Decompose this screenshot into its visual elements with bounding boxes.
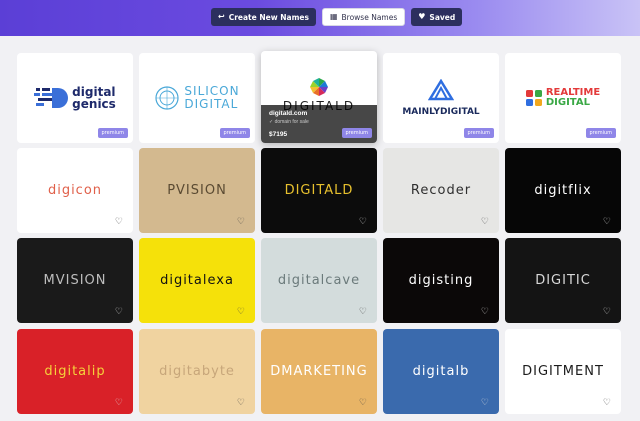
digitalb-wordmark: digitalb <box>412 364 470 379</box>
saved-button[interactable]: ♥ Saved <box>411 8 463 26</box>
digitald-wordmark: DIGITALD <box>284 183 354 198</box>
premium-badge: premium <box>585 128 616 138</box>
favorite-heart-icon[interactable]: ♡ <box>481 307 489 316</box>
create-new-names-button[interactable]: ↩ Create New Names <box>211 8 316 26</box>
premium-badge: premium <box>97 128 128 138</box>
card-digitald-hover[interactable]: DIGITALD digitald.com ✓ domain for sale … <box>261 51 377 143</box>
digitalexa-wordmark: digitalexa <box>160 273 234 288</box>
card-dmarketing[interactable]: DMARKETING ♡ <box>261 329 377 414</box>
card-digitalgenics[interactable]: digital genics premium <box>17 53 133 143</box>
card-digitalb[interactable]: digitalb ♡ <box>383 329 499 414</box>
favorite-heart-icon[interactable]: ♡ <box>359 307 367 316</box>
card-digitalip[interactable]: digitalip ♡ <box>17 329 133 414</box>
digicon-wordmark: digicon <box>47 183 103 198</box>
favorite-heart-icon[interactable]: ♡ <box>603 217 611 226</box>
main-nav: ↩ Create New Names ▦ Browse Names ♥ Save… <box>211 8 463 26</box>
recoder-wordmark: Recoder <box>410 183 472 198</box>
favorite-heart-icon[interactable]: ♡ <box>237 307 245 316</box>
realtime-line2: DIGITAL <box>545 97 590 108</box>
card-digitalcave[interactable]: digitalcave ♡ <box>261 238 377 323</box>
favorite-heart-icon[interactable]: ♡ <box>603 398 611 407</box>
card-digitment[interactable]: DIGITMENT ♡ <box>505 329 621 414</box>
card-pvision[interactable]: PVISION ♡ <box>139 148 255 233</box>
mvision-wordmark: MVISION <box>43 273 107 288</box>
top-header: ↩ Create New Names ▦ Browse Names ♥ Save… <box>0 0 640 36</box>
card-mainlydigital[interactable]: MAINLYDIGITAL premium <box>383 53 499 143</box>
premium-badge: premium <box>463 128 494 138</box>
create-new-names-label: Create New Names <box>228 12 309 22</box>
favorite-heart-icon[interactable]: ♡ <box>237 398 245 407</box>
aperture-icon <box>310 78 328 96</box>
return-arrow-icon: ↩ <box>218 12 225 21</box>
favorite-heart-icon[interactable]: ♡ <box>115 307 123 316</box>
favorite-heart-icon[interactable]: ♡ <box>603 307 611 316</box>
dmarketing-wordmark: DMARKETING <box>270 364 368 379</box>
card-recoder[interactable]: Recoder ♡ <box>383 148 499 233</box>
card-digitabyte[interactable]: digitabyte ♡ <box>139 329 255 414</box>
favorite-heart-icon[interactable]: ♡ <box>481 398 489 407</box>
favorite-heart-icon[interactable]: ♡ <box>359 217 367 226</box>
browse-names-label: Browse Names <box>341 12 398 22</box>
grid-row-premium: digital genics premium SILICON DIGITAL p… <box>17 51 621 143</box>
card-digitalexa[interactable]: digitalexa ♡ <box>139 238 255 323</box>
favorite-heart-icon[interactable]: ♡ <box>237 217 245 226</box>
card-info-overlay: digitald.com ✓ domain for sale $7195 pre… <box>261 105 377 143</box>
realtime-grid-icon <box>525 90 542 106</box>
digitic-wordmark: DIGITIC <box>535 273 591 288</box>
card-mvision[interactable]: MVISION ♡ <box>17 238 133 323</box>
favorite-heart-icon[interactable]: ♡ <box>115 217 123 226</box>
card-digicon[interactable]: digicon ♡ <box>17 148 133 233</box>
pvision-wordmark: PVISION <box>167 183 227 198</box>
card-realtimedigital[interactable]: REALTIME DIGITAL premium <box>505 53 621 143</box>
saved-label: Saved <box>429 12 456 22</box>
grid-icon: ▦ <box>329 12 338 21</box>
domain-name: digitald.com <box>269 110 308 117</box>
digitalgenics-line2: genics <box>72 97 116 111</box>
silicondigital-circle-icon <box>155 86 180 110</box>
digitalgenics-mark-icon <box>34 88 69 108</box>
digitalcave-wordmark: digitalcave <box>277 273 361 288</box>
grid-row-1: digicon ♡ PVISION ♡ DIGITALD ♡ Recoder ♡ digitfl… <box>17 148 621 233</box>
card-digisting[interactable]: digisting ♡ <box>383 238 499 323</box>
heart-icon: ♥ <box>418 12 426 21</box>
mainlydigital-wordmark: MAINLYDIGITAL <box>402 107 480 117</box>
favorite-heart-icon[interactable]: ♡ <box>359 398 367 407</box>
silicondigital-line2: DIGITAL <box>184 97 239 111</box>
digisting-wordmark: digisting <box>408 273 474 288</box>
card-silicondigital[interactable]: SILICON DIGITAL premium <box>139 53 255 143</box>
card-digitald[interactable]: DIGITALD ♡ <box>261 148 377 233</box>
grid-row-2: MVISION ♡ digitalexa ♡ digitalcave ♡ digisting… <box>17 238 621 323</box>
browse-names-button[interactable]: ▦ Browse Names <box>321 8 406 26</box>
digitment-wordmark: DIGITMENT <box>522 364 604 379</box>
card-digitflix[interactable]: digitflix ♡ <box>505 148 621 233</box>
premium-badge: premium <box>219 128 250 138</box>
favorite-heart-icon[interactable]: ♡ <box>115 398 123 407</box>
digitabyte-wordmark: digitabyte <box>159 364 235 379</box>
premium-badge: premium <box>341 128 372 138</box>
favorite-heart-icon[interactable]: ♡ <box>481 217 489 226</box>
grid-row-3: digitalip ♡ digitabyte ♡ DMARKETING ♡ digitalb… <box>17 329 621 414</box>
card-digitic[interactable]: DIGITIC ♡ <box>505 238 621 323</box>
triangle-icon <box>428 79 454 101</box>
digitflix-wordmark: digitflix <box>534 183 592 198</box>
digitalip-wordmark: digitalip <box>44 364 106 379</box>
domain-status: ✓ domain for sale <box>269 119 309 125</box>
